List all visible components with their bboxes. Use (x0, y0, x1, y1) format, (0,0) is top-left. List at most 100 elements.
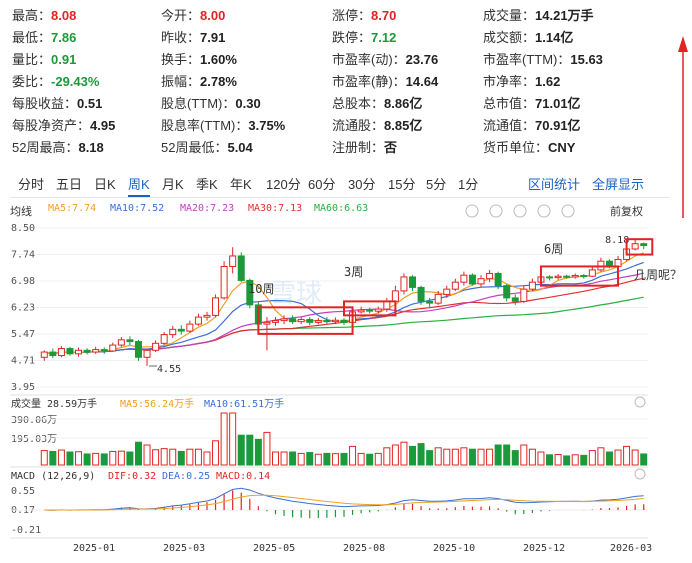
volume-bar (126, 451, 134, 466)
volume-bar (460, 447, 468, 466)
price-tick-label: 6.23 (11, 303, 35, 314)
tab-period[interactable]: 60分 (308, 173, 335, 197)
volume-bar (109, 450, 117, 466)
volume-bar (503, 444, 511, 466)
quote-item: 成交额：1.14亿 (483, 28, 573, 48)
candle-body (443, 288, 451, 295)
quote-item: 市净率：1.62 (483, 72, 560, 92)
tab-period[interactable]: 5分 (426, 173, 446, 197)
candle-body (237, 255, 245, 281)
candle-body (100, 349, 108, 352)
tab-period[interactable]: 年K (230, 173, 252, 197)
volume-bar (212, 440, 220, 466)
candle-body (537, 276, 545, 283)
tab-period[interactable]: 1分 (458, 173, 478, 197)
volume-bar (605, 451, 613, 466)
quote-value: 1.14亿 (535, 30, 574, 45)
x-tick-label: 2025-12 (523, 543, 565, 554)
quote-label: 今开： (161, 8, 201, 23)
volume-bar (66, 451, 74, 466)
tab-period[interactable]: 周K (128, 173, 150, 197)
candle-body (160, 334, 168, 344)
volume-bar (374, 452, 382, 466)
x-tick-label: 2025-05 (253, 543, 295, 554)
candle-body (109, 344, 117, 352)
quote-label: 市净率： (483, 74, 536, 89)
volume-bar (271, 451, 279, 466)
quote-label: 股息(TTM)： (161, 96, 236, 111)
quote-item: 振幅：2.78% (161, 72, 237, 92)
volume-bar (580, 454, 588, 466)
quote-panel: 最高：8.08 今开：8.00 涨停：8.70 成交量：14.21万手 最低：7.86 昨… (0, 0, 680, 165)
volume-bar (631, 449, 639, 466)
macd-tick-label: 0.55 (11, 486, 35, 497)
x-tick-label: 2026-03 (610, 543, 652, 554)
macd-panel-close-button[interactable] (634, 468, 646, 480)
price-tick-label: 6.98 (11, 276, 35, 287)
x-tick-label: 2025-08 (343, 543, 385, 554)
volume-bar (323, 452, 331, 466)
candle-body (220, 265, 228, 299)
candle-body (246, 279, 254, 306)
quote-label: 注册制： (332, 140, 385, 155)
quote-item: 最高：8.08 (12, 6, 76, 26)
quote-value: 70.91亿 (535, 118, 581, 133)
candle-body (212, 297, 220, 316)
quote-item: 52周最高：8.18 (12, 138, 104, 158)
ma20-line (44, 272, 644, 355)
volume-bar (486, 448, 494, 466)
volume-panel-close-button[interactable] (634, 396, 646, 408)
candle-body (152, 342, 160, 351)
volume-bar (134, 441, 142, 466)
quote-item: 市盈率(静)：14.64 (332, 72, 438, 92)
volume-bar (451, 448, 459, 466)
price-tick-label: 4.71 (11, 356, 35, 367)
range-stats-link[interactable]: 区间统计 (528, 173, 580, 197)
quote-item: 量比：0.91 (12, 50, 76, 70)
volume-bar (640, 453, 648, 466)
dif-line (44, 487, 644, 511)
candle-body (194, 316, 202, 325)
annotation-box-6w (539, 265, 620, 287)
tab-period[interactable]: 15分 (388, 173, 415, 197)
volume-bar (520, 444, 528, 466)
quote-item: 换手：1.60% (161, 50, 237, 70)
quote-item: 每股净资产：4.95 (12, 116, 115, 136)
candle-body (511, 297, 519, 302)
tab-period[interactable]: 五日 (56, 173, 82, 197)
quote-value: 8.18 (78, 140, 104, 155)
tab-period[interactable]: 30分 (348, 173, 375, 197)
volume-bar (169, 448, 177, 466)
volume-bar (426, 450, 434, 466)
volume-bar (340, 452, 348, 466)
volume-bar (100, 453, 108, 466)
candle-body (631, 243, 639, 250)
tab-period[interactable]: 月K (162, 173, 184, 197)
quote-value: 1.60% (200, 52, 237, 67)
candle-body (280, 318, 288, 322)
tab-period[interactable]: 分时 (18, 173, 44, 197)
quote-value: 14.64 (405, 74, 439, 89)
candle-body (143, 349, 151, 358)
tab-period[interactable]: 季K (196, 173, 218, 197)
quote-label: 委比： (12, 74, 52, 89)
macd-legend-macd: MACD:0.14 (216, 471, 270, 482)
volume-bar (186, 448, 194, 466)
candle-body (571, 275, 579, 278)
candle-body (494, 272, 502, 287)
quote-value: 15.63 (570, 52, 603, 67)
volume-legend-title: 成交量 28.59万手 (11, 397, 97, 410)
quote-label: 量比： (12, 52, 52, 67)
candle-body (203, 314, 211, 318)
volume-legend-ma10: MA10:61.51万手 (204, 397, 284, 410)
tab-period[interactable]: 120分 (266, 173, 301, 197)
candle-body (83, 349, 91, 353)
candle-body (66, 348, 74, 355)
quote-label: 市盈率(动)： (332, 52, 406, 67)
fullscreen-link[interactable]: 全屏显示 (592, 173, 644, 197)
macd-legend-dif: DIF:0.32 (108, 471, 156, 482)
volume-bar (563, 455, 571, 466)
volume-bar (528, 448, 536, 466)
volume-bar (306, 452, 314, 466)
tab-period[interactable]: 日K (94, 173, 116, 197)
